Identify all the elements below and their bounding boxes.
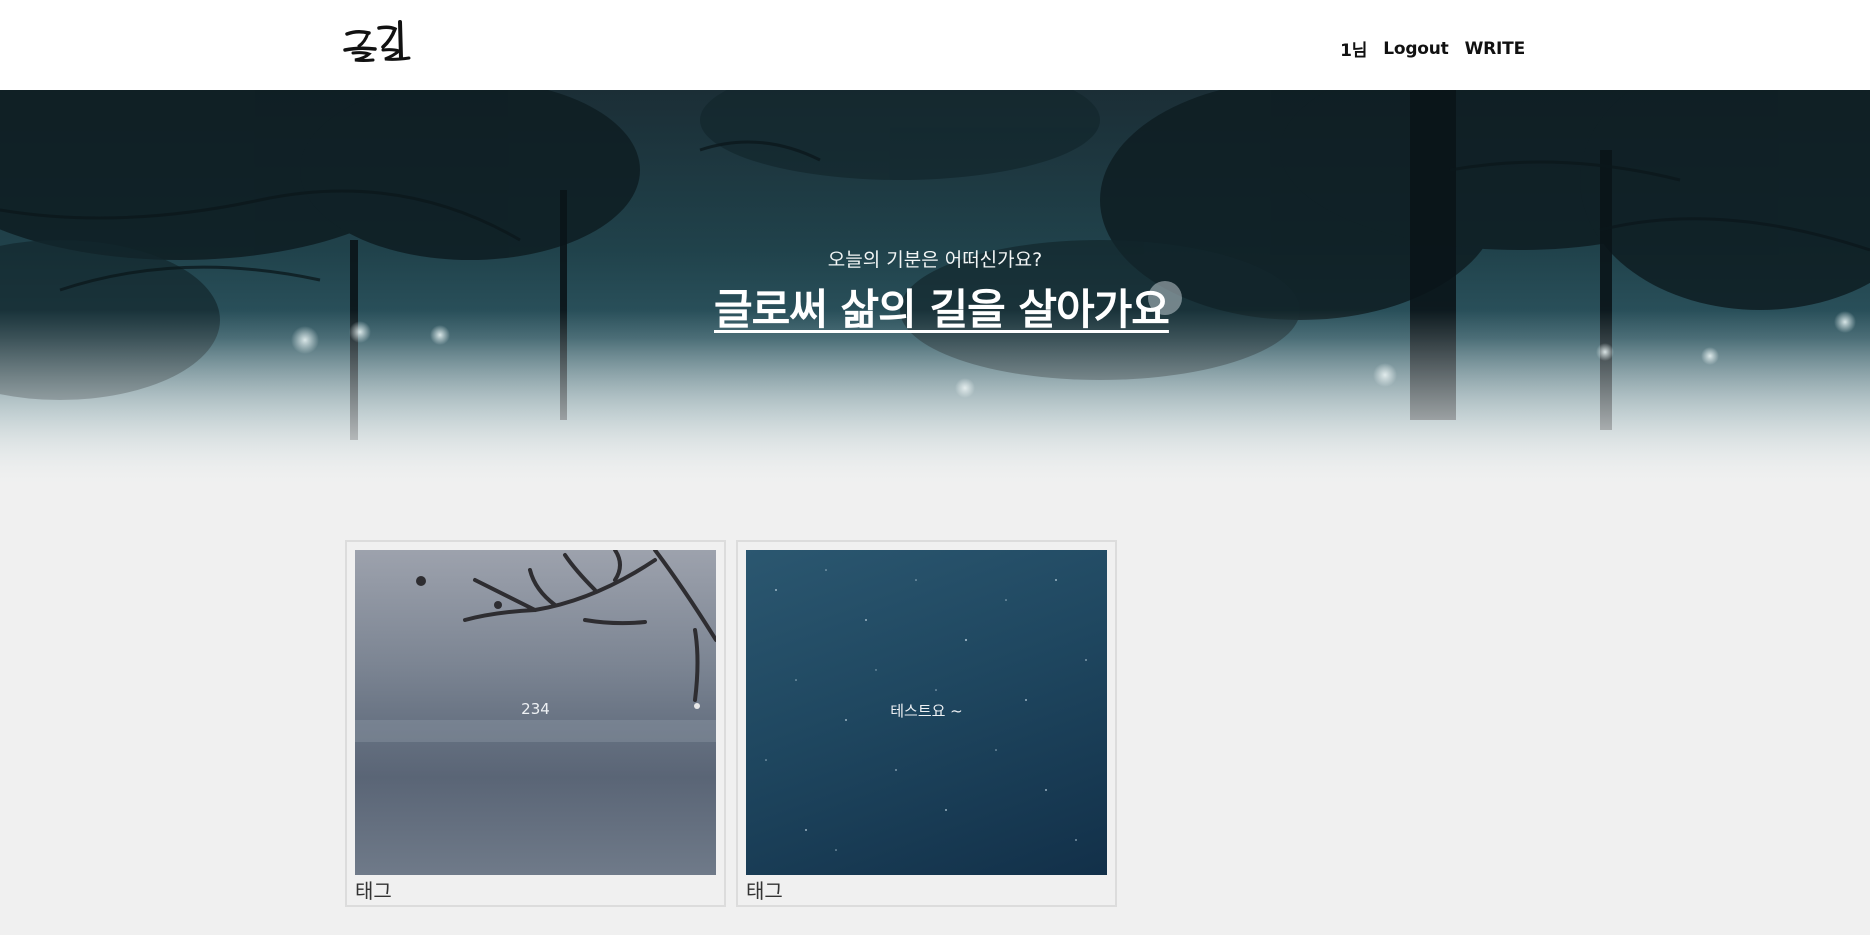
post-thumbnail[interactable]: 테스트요 ~ [746, 550, 1107, 875]
main-nav: 1님 Logout WRITE [1340, 36, 1526, 62]
site-header: 1님 Logout WRITE [0, 0, 1870, 90]
logo-calligraphy-icon [343, 20, 411, 62]
post-tag[interactable]: 태그 [355, 875, 392, 904]
post-card[interactable]: 테스트요 ~ 태그 [736, 540, 1117, 907]
write-link[interactable]: WRITE [1465, 39, 1526, 59]
user-link[interactable]: 1님 [1340, 36, 1367, 61]
hero-banner: 오늘의 기분은 어떠신가요? 글로써 삶의 길을 살아가요 [0, 90, 1870, 490]
post-tag[interactable]: 태그 [746, 875, 783, 904]
post-card[interactable]: 234 태그 [345, 540, 726, 907]
post-thumbnail[interactable]: 234 [355, 550, 716, 875]
post-title: 234 [521, 700, 550, 718]
hero-subtitle: 오늘의 기분은 어떠신가요? [827, 249, 1043, 271]
post-title: 테스트요 ~ [890, 702, 963, 720]
logout-link[interactable]: Logout [1383, 39, 1449, 59]
hero-title[interactable]: 글로써 삶의 길을 살아가요 [714, 276, 1170, 337]
site-logo[interactable] [343, 20, 419, 66]
